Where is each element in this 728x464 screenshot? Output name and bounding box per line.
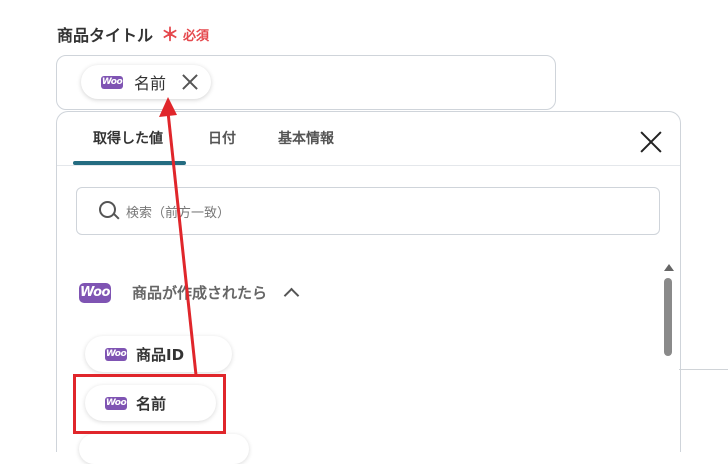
annotation-arrow [159, 97, 198, 376]
